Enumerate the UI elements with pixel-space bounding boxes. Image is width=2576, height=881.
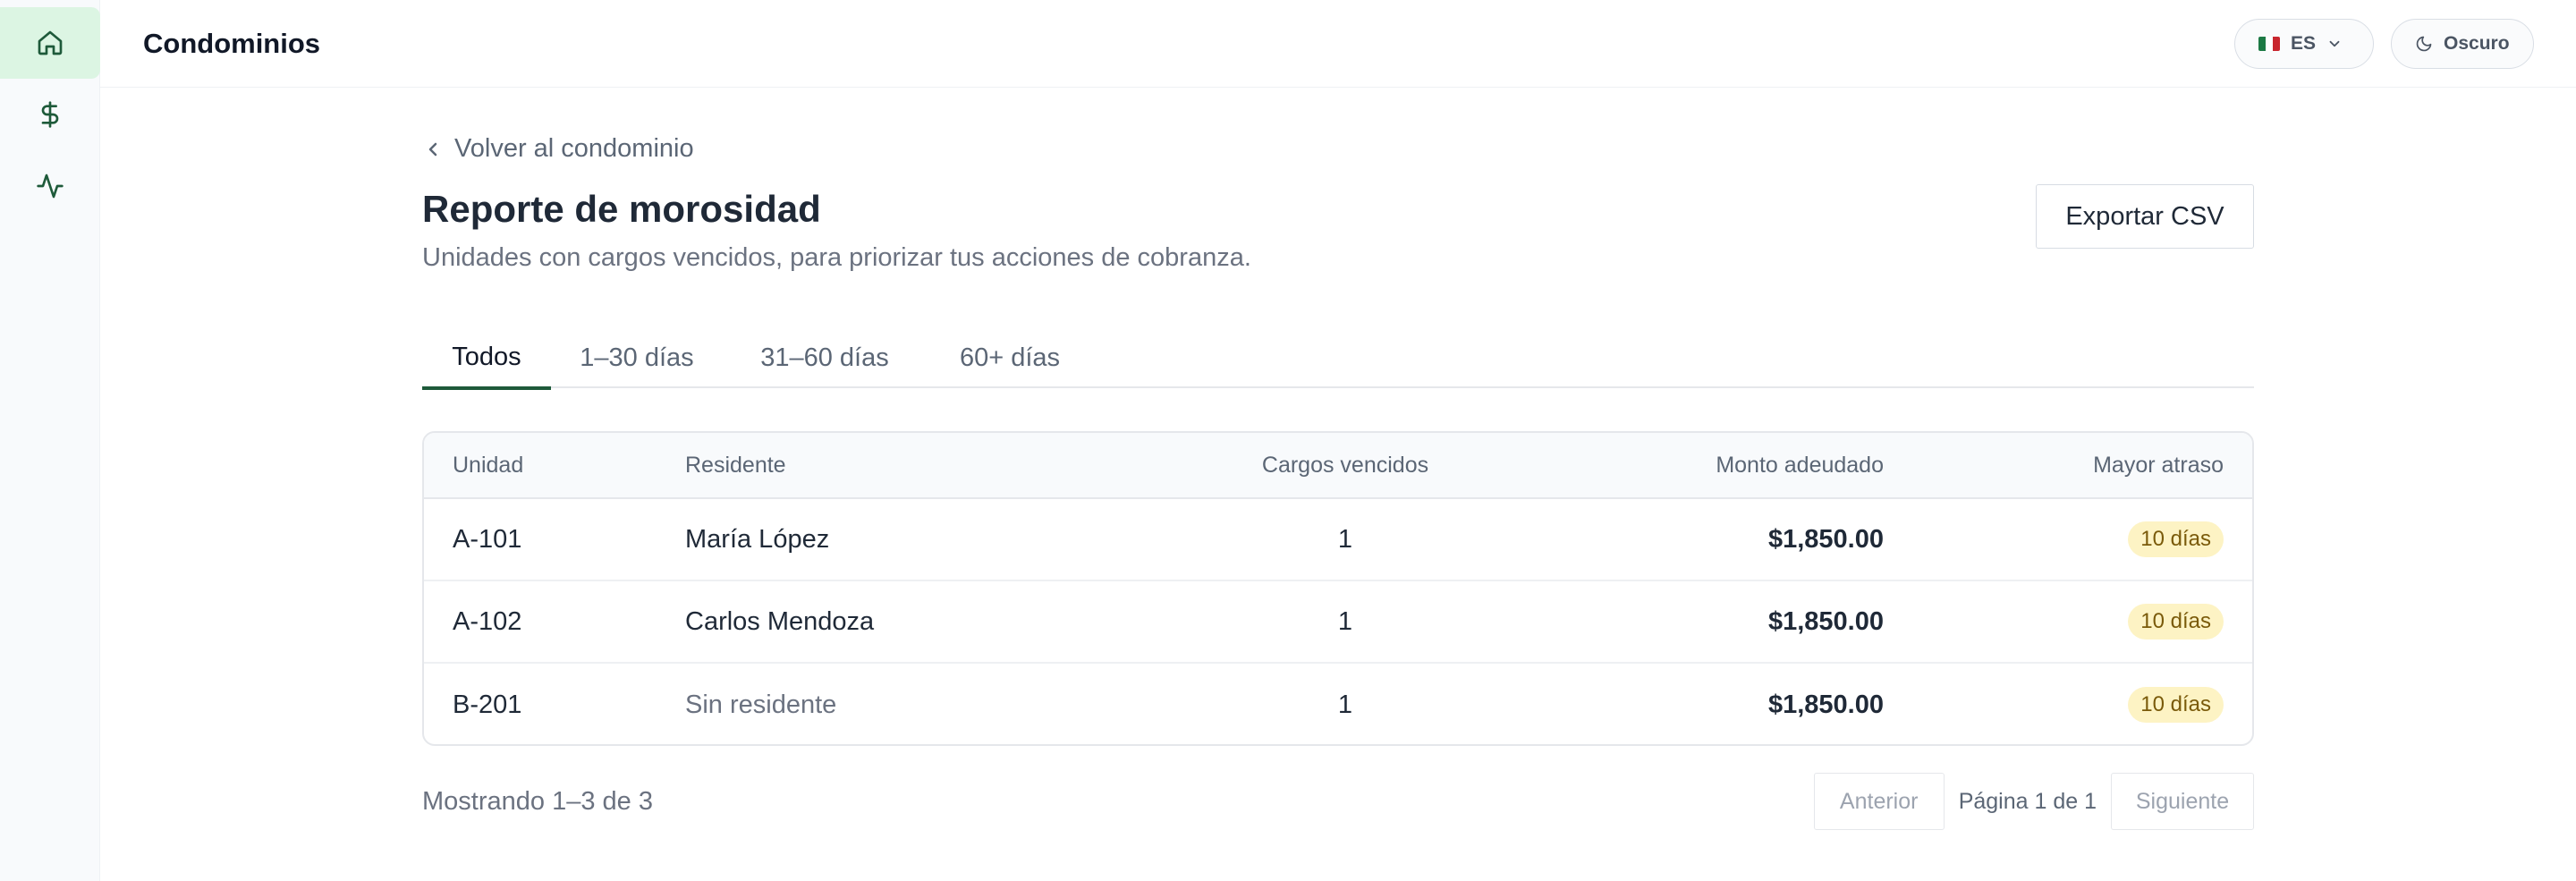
delinquency-table: Unidad Residente Cargos vencidos Monto a… [422,431,2254,746]
export-csv-button[interactable]: Exportar CSV [2036,184,2254,249]
unit-cell: A-101 [453,524,522,554]
unit-cell: A-102 [453,606,522,636]
language-code: ES [2291,33,2317,54]
resident-cell: Sin residente [685,690,837,719]
tab-60-plus-dias[interactable]: 60+ días [952,327,1068,388]
back-link[interactable]: Volver al condominio [422,134,694,164]
pagination-summary: Mostrando 1–3 de 3 [422,787,653,816]
tab-todos[interactable]: Todos [422,327,551,390]
mexico-flag-icon [2258,37,2280,51]
tab-31-60-dias[interactable]: 31–60 días [753,327,896,388]
delay-cell: 10 días [2128,664,2224,744]
amount-cell: $1,850.00 [1767,606,1884,636]
resident-cell: Carlos Mendoza [685,606,875,636]
sidebar-item-payments[interactable] [0,79,100,150]
app-title: Condominios [143,28,321,59]
dollar-icon [41,101,59,128]
sidebar [0,0,100,881]
unit-cell: B-201 [453,690,522,719]
table-row[interactable]: A-102 Carlos Mendoza 1 $1,850.00 10 días [424,581,2252,664]
table-row[interactable]: A-101 María López 1 $1,850.00 10 días [424,499,2252,581]
moon-icon [2416,36,2432,52]
count-cell: 1 [1337,524,1353,554]
language-selector[interactable]: ES [2234,19,2374,69]
amount-cell: $1,850.00 [1767,524,1884,554]
activity-icon [37,174,64,199]
home-icon [38,30,63,55]
page-indicator: Página 1 de 1 [1958,788,2097,814]
sidebar-item-home[interactable] [0,7,100,79]
tabs: Todos 1–30 días 31–60 días 60+ días [422,327,2254,390]
table-row[interactable]: B-201 Sin residente 1 $1,850.00 10 días [424,664,2252,744]
delay-badge: 10 días [2128,604,2224,640]
page-title: Reporte de morosidad [422,188,821,230]
column-header-unit[interactable]: Unidad [453,433,523,497]
chevron-left-icon [428,142,437,156]
theme-toggle-button[interactable]: Oscuro [2391,19,2534,69]
column-header-count[interactable]: Cargos vencidos [1140,433,1551,497]
theme-label: Oscuro [2444,33,2510,54]
column-header-amount[interactable]: Monto adeudado [1716,433,1884,497]
resident-cell: María López [685,524,830,554]
delay-badge: 10 días [2128,687,2224,723]
delay-cell: 10 días [2128,581,2224,662]
pagination: Anterior Página 1 de 1 Siguiente [1813,773,2254,830]
chevron-down-icon [2329,40,2340,47]
tab-1-30-dias[interactable]: 1–30 días [578,327,696,388]
delay-badge: 10 días [2128,521,2224,557]
page-subtitle: Unidades con cargos vencidos, para prior… [422,243,1251,272]
column-header-delay[interactable]: Mayor atraso [2093,433,2224,497]
sidebar-item-activity[interactable] [0,150,100,222]
count-cell: 1 [1337,606,1353,636]
next-page-button[interactable]: Siguiente [2111,773,2254,830]
delay-cell: 10 días [2128,499,2224,580]
count-cell: 1 [1337,690,1353,719]
column-header-resident[interactable]: Residente [685,433,786,497]
table-header: Unidad Residente Cargos vencidos Monto a… [424,433,2252,499]
top-bar: Condominios ES Oscuro [100,0,2576,88]
back-link-label: Volver al condominio [454,134,694,163]
amount-cell: $1,850.00 [1767,690,1884,719]
previous-page-button[interactable]: Anterior [1813,773,1945,830]
